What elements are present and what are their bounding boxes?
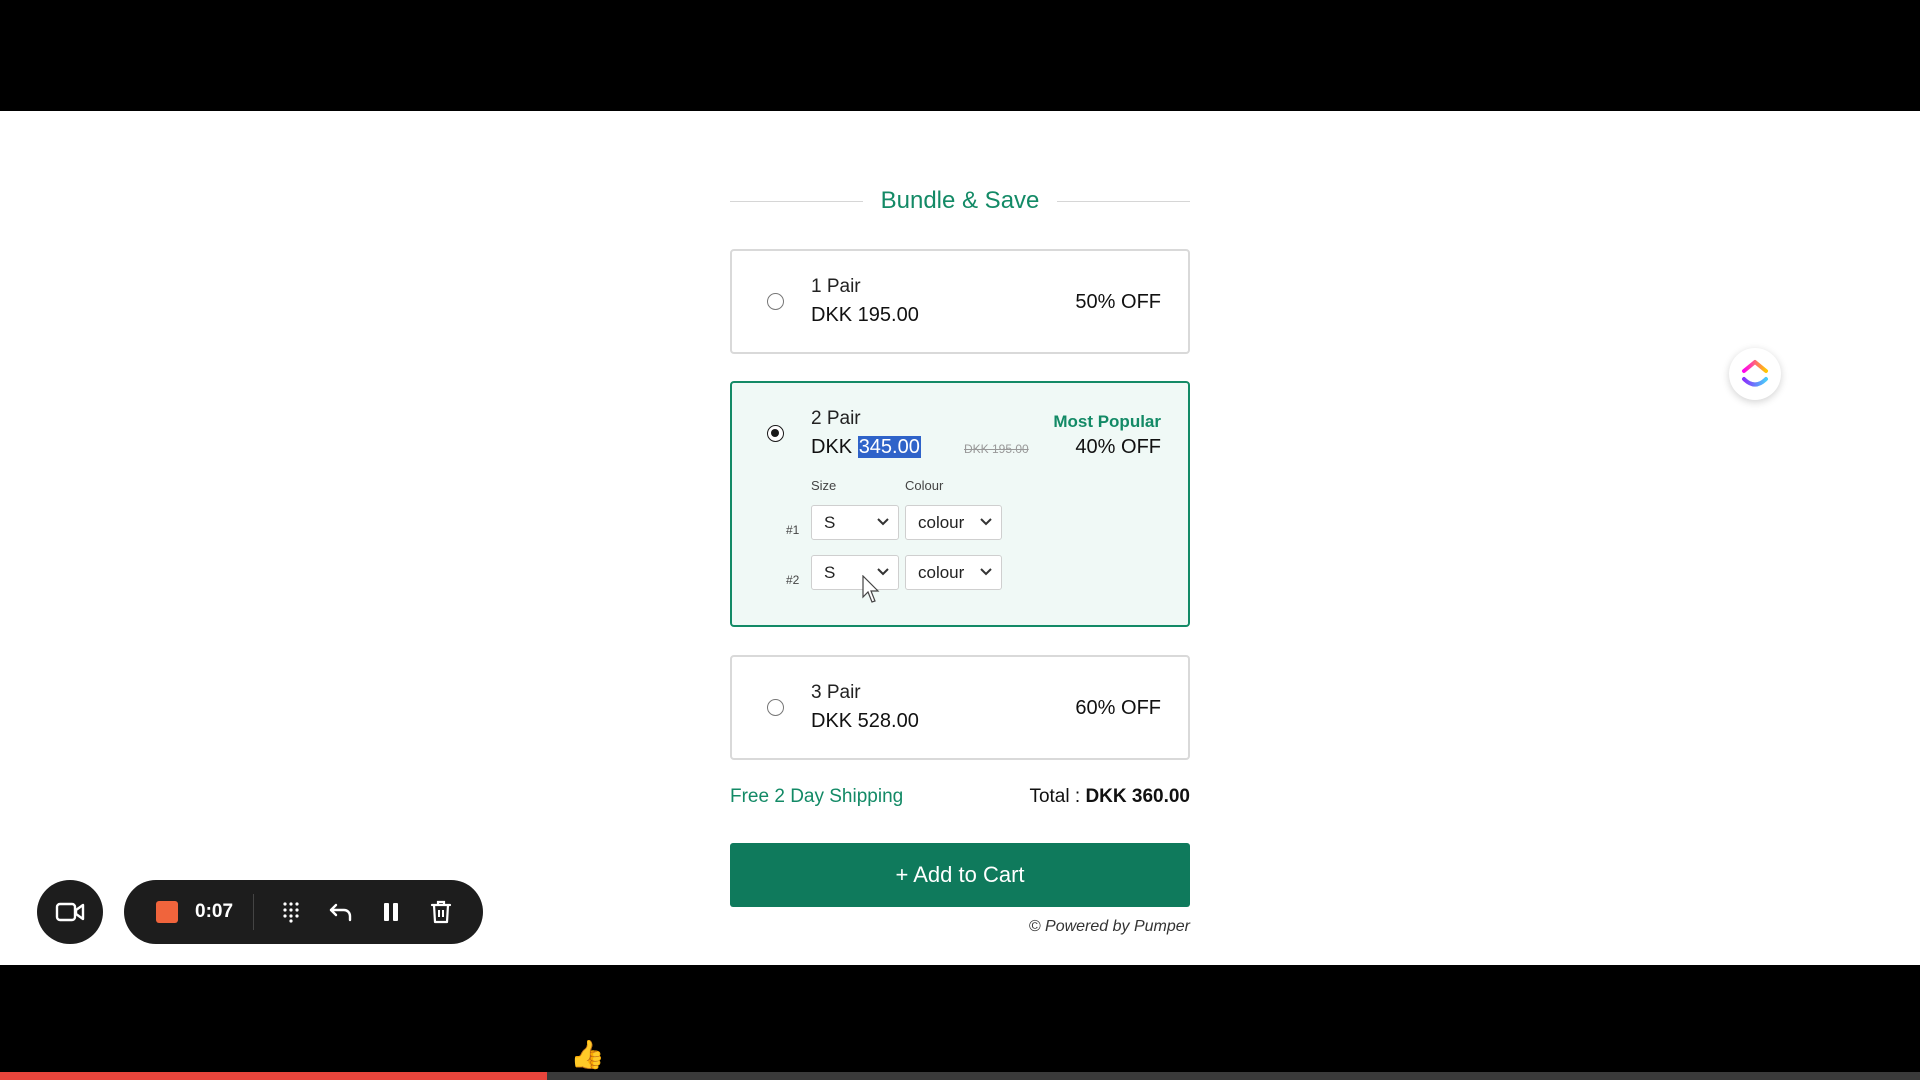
- price-prefix: DKK: [811, 436, 858, 458]
- colour-select-1[interactable]: colour: [905, 505, 1002, 540]
- bundle-option-1-pair[interactable]: 1 Pair DKK 195.00 50% OFF: [730, 249, 1190, 354]
- order-total: Total : DKK 360.00: [970, 786, 1190, 808]
- recording-timer: 0:07: [195, 901, 234, 922]
- option-name: 2 Pair: [811, 408, 861, 429]
- colour-select-2[interactable]: colour: [905, 555, 1002, 590]
- pause-button[interactable]: [378, 899, 404, 925]
- toolbar-divider: [253, 894, 255, 930]
- option-discount: 60% OFF: [1075, 697, 1161, 719]
- video-progress-bar[interactable]: [0, 1072, 1920, 1080]
- undo-icon: [329, 903, 352, 922]
- clickup-widget-button[interactable]: [1729, 348, 1781, 400]
- header-divider-left: [730, 200, 863, 202]
- option-discount: 50% OFF: [1075, 291, 1161, 313]
- video-letterbox-bottom: [0, 965, 1920, 1080]
- most-popular-badge: Most Popular: [1053, 412, 1161, 431]
- option-radio-checked[interactable]: [767, 425, 784, 442]
- video-letterbox-top: [0, 0, 1920, 111]
- camera-toggle-button[interactable]: [37, 880, 103, 944]
- total-label: Total :: [1029, 786, 1086, 807]
- delete-button[interactable]: [428, 899, 454, 925]
- colour-label: Colour: [905, 478, 944, 493]
- total-value: DKK 360.00: [1085, 786, 1190, 807]
- option-radio[interactable]: [767, 699, 784, 716]
- size-select-2[interactable]: S: [811, 555, 899, 590]
- bundle-option-3-pair[interactable]: 3 Pair DKK 528.00 60% OFF: [730, 655, 1190, 760]
- stop-recording-button[interactable]: [156, 901, 178, 923]
- option-old-price: DKK 195.00: [964, 442, 1029, 456]
- colour-select-2-value: colour: [918, 562, 965, 582]
- size-label: Size: [811, 478, 837, 493]
- chevron-down-icon: [980, 518, 992, 526]
- grid-button[interactable]: [278, 899, 304, 925]
- video-camera-icon: [55, 902, 85, 922]
- option-name: 3 Pair: [811, 682, 861, 703]
- free-shipping-text: Free 2 Day Shipping: [730, 786, 904, 807]
- thumbs-up-icon: 👍: [570, 1039, 605, 1070]
- size-select-1-value: S: [824, 512, 836, 532]
- option-price: DKK 195.00: [811, 304, 919, 326]
- bundle-header: Bundle & Save: [730, 183, 1190, 219]
- bundle-title: Bundle & Save: [880, 187, 1040, 214]
- mouse-cursor-icon: [862, 575, 880, 603]
- chevron-down-icon: [877, 518, 889, 526]
- option-name: 1 Pair: [811, 276, 861, 297]
- size-select-2-value: S: [824, 562, 836, 582]
- item-number-2: #2: [786, 573, 800, 587]
- item-number-1: #1: [786, 523, 800, 537]
- size-select-1[interactable]: S: [811, 505, 899, 540]
- bundle-option-2-pair[interactable]: 2 Pair DKK 345.00 DKK 195.00 Most Popula…: [730, 381, 1190, 627]
- video-progress-fill: [0, 1072, 548, 1080]
- option-price: DKK 528.00: [811, 710, 919, 732]
- option-radio[interactable]: [767, 293, 784, 310]
- undo-button[interactable]: [328, 899, 354, 925]
- pause-icon: [384, 903, 399, 921]
- powered-by-text: © Powered by Pumper: [1028, 918, 1190, 935]
- clickup-logo-icon: [1742, 360, 1768, 387]
- grid-icon: [283, 902, 299, 923]
- option-discount: 40% OFF: [1075, 436, 1161, 458]
- trash-icon: [430, 900, 452, 924]
- add-to-cart-button[interactable]: + Add to Cart: [730, 843, 1190, 907]
- header-divider-right: [1057, 200, 1190, 202]
- colour-select-1-value: colour: [918, 512, 965, 532]
- option-price: DKK 345.00: [811, 436, 921, 459]
- recording-toolbar: 0:07: [124, 880, 483, 944]
- chevron-down-icon: [980, 568, 992, 576]
- price-value-selected-text: 345.00: [857, 436, 921, 458]
